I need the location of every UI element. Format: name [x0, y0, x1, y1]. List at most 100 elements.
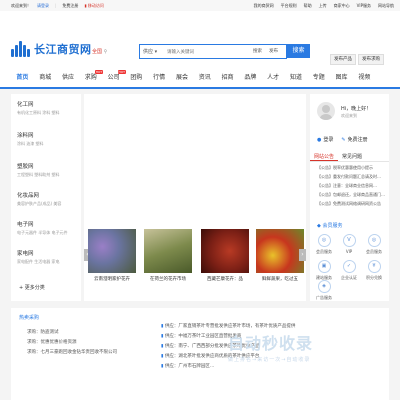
category-group[interactable]: 涂料网 涂料 油漆 塑料	[17, 131, 44, 147]
nav-item-gallery[interactable]: 图库	[330, 69, 353, 87]
greeting: Hi，晚上好！	[341, 106, 372, 112]
carousel-next-arrow[interactable]: ›	[299, 249, 306, 261]
top-link-5[interactable]: VIP服务	[357, 3, 371, 8]
search-option-1[interactable]: 搜索	[253, 48, 262, 54]
top-link-6[interactable]: 网站导航	[378, 3, 394, 8]
notice-list: 【公告】税率优惠惠使用小提示 【公告】重发付款问题汇总请及时… 【公告】注意：全…	[317, 165, 385, 210]
search-category-select[interactable]: 供应 ▾	[143, 48, 157, 55]
service-item[interactable]: ▣ 建站服务	[313, 260, 335, 281]
carousel-item[interactable]: 云南澄明家护花卉	[88, 229, 136, 282]
carousel-item[interactable]: 在荷兰的花卉市场	[144, 229, 192, 282]
publish-product-button[interactable]: 发布产品	[330, 54, 356, 65]
service-item[interactable]: ◎ 会员服务	[313, 234, 335, 255]
product-caption[interactable]: 西藏芒康花卉：品	[201, 276, 249, 282]
product-image[interactable]	[256, 229, 304, 273]
plus-icon: +	[19, 285, 24, 291]
product-caption[interactable]: 在荷兰的花卉市场	[144, 276, 192, 282]
vip-icon: V	[342, 234, 356, 247]
category-title[interactable]: 家电网	[17, 249, 60, 257]
product-caption[interactable]: 鲜鲜蔬果，吃过五	[256, 276, 304, 282]
notice-item[interactable]: 【公告】税率优惠惠使用小提示	[317, 165, 385, 171]
register-button[interactable]: ✎ 免费注册	[341, 136, 367, 144]
carousel-item[interactable]: 鲜鲜蔬果，吃过五	[256, 229, 304, 282]
product-image[interactable]	[88, 229, 136, 273]
site-logo[interactable]: 长江商贸网	[11, 41, 92, 57]
product-image[interactable]	[201, 229, 249, 273]
more-categories-link[interactable]: + 更多分类	[19, 284, 45, 291]
notice-item[interactable]: 【公告】注意：全球商业信息网…	[317, 183, 385, 189]
register-link[interactable]: 免费注册	[62, 3, 78, 8]
nav-item-video[interactable]: 视频	[353, 69, 376, 87]
notice-item[interactable]: 【公告】免费测试网络调研网资公告	[317, 201, 385, 207]
product-image[interactable]	[144, 229, 192, 273]
watermark-title: 自动秒收录	[228, 334, 314, 353]
nav-item-company[interactable]: 公司 HOT	[102, 69, 126, 87]
service-item[interactable]: ¥ 积分兑换	[363, 260, 385, 281]
category-panel: 化工网 有机化工原料 涂料 塑料 涂料网 涂料 油漆 塑料 塑胶网 工程塑料 塑…	[11, 94, 81, 301]
mobile-access-link[interactable]: ▮ 移动访问	[84, 3, 103, 8]
category-title[interactable]: 塑胶网	[17, 162, 60, 170]
nav-item-quotes[interactable]: 行情	[148, 69, 171, 87]
nav-item-group[interactable]: 团购	[125, 69, 148, 87]
nav-item-invest[interactable]: 招商	[216, 69, 239, 87]
login-link[interactable]: 请登录	[37, 3, 49, 8]
service-item[interactable]: V VIP	[338, 234, 360, 254]
service-item[interactable]: ✓ 企业认证	[338, 260, 360, 281]
edit-icon: ✎	[341, 136, 346, 143]
search-input[interactable]	[167, 46, 247, 56]
publish-buy-button[interactable]: 发布求购	[358, 54, 384, 65]
tab-announcements[interactable]: 网站公告	[310, 152, 339, 161]
notice-tabs: 网站公告 常见问题	[310, 152, 389, 162]
category-group[interactable]: 化妆品网 美容护肤产品(成品) 美容	[17, 191, 61, 207]
nav-item-news[interactable]: 资讯	[193, 69, 216, 87]
diamond-icon: ◆	[317, 223, 321, 229]
nav-item-brand[interactable]: 品牌	[239, 69, 262, 87]
carousel-item[interactable]: 西藏芒康花卉：品	[201, 229, 249, 282]
nav-item-expo[interactable]: 展会	[171, 69, 194, 87]
list-bullet: ▮	[161, 354, 164, 359]
category-sub[interactable]: 家电配件 生活电器 家电	[17, 259, 60, 265]
category-title[interactable]: 电子网	[17, 220, 68, 228]
top-link-2[interactable]: 帮助	[304, 3, 312, 8]
category-group[interactable]: 家电网 家电配件 生活电器 家电	[17, 249, 60, 265]
category-title[interactable]: 涂料网	[17, 131, 44, 139]
search-button[interactable]: 搜索	[287, 44, 310, 58]
product-caption[interactable]: 云南澄明家护花卉	[88, 276, 136, 282]
list-item[interactable]: ▮ 供应：广州市石牌园区…	[161, 363, 295, 369]
category-sub[interactable]: 工程塑料 塑料助剂 塑料	[17, 172, 60, 178]
nav-item-talent[interactable]: 人才	[262, 69, 285, 87]
category-group[interactable]: 化工网 有机化工原料 涂料 塑料	[17, 100, 60, 116]
list-item[interactable]: 求购：防盗测试	[27, 329, 117, 335]
nav-item-buy[interactable]: 求购 HOT	[79, 69, 104, 87]
category-group[interactable]: 电子网 电子元器件 半导体 电子元件	[17, 220, 68, 236]
category-sub[interactable]: 涂料 油漆 塑料	[17, 141, 44, 147]
category-sub[interactable]: 美容护肤产品(成品) 美容	[17, 201, 61, 207]
list-item[interactable]: 求购：优惠优惠价格资源	[27, 339, 117, 345]
top-link-1[interactable]: 平台规则	[281, 3, 297, 8]
category-sub[interactable]: 有机化工原料 涂料 塑料	[17, 110, 60, 116]
welcome-text: 欢迎来到！	[11, 3, 31, 8]
notice-item[interactable]: 【公告】包邮退还，全球商品直通门…	[317, 192, 385, 198]
nav-item-supply[interactable]: 供应	[57, 69, 80, 87]
city-selector[interactable]: 全国 ⚲	[92, 48, 107, 55]
list-item[interactable]: 求购：七月三豪跑回收金钻华贵回收不限公司	[27, 349, 117, 355]
top-link-4[interactable]: 商家中心	[334, 3, 350, 8]
list-item[interactable]: ▮ 供应：厂家直销茶叶专营批发供应茶叶市场，有茶叶优质产品提供	[161, 323, 295, 329]
search-option-2[interactable]: 发布	[269, 48, 278, 54]
tab-faq[interactable]: 常见问题	[338, 152, 366, 161]
purchase-list: 求购：防盗测试 求购：优惠优惠价格资源 求购：七月三豪跑回收金钻华贵回收不限公司	[27, 329, 117, 359]
top-link-0[interactable]: 我的商贸网	[254, 3, 274, 8]
notice-item[interactable]: 【公告】重发付款问题汇总请及时…	[317, 174, 385, 180]
nav-item-know[interactable]: 知道	[285, 69, 308, 87]
service-item[interactable]: ◎ 会员服务	[363, 234, 385, 255]
top-link-3[interactable]: 上传	[319, 3, 327, 8]
category-sub[interactable]: 电子元器件 半导体 电子元件	[17, 230, 68, 236]
category-group[interactable]: 塑胶网 工程塑料 塑料助剂 塑料	[17, 162, 60, 178]
service-item[interactable]: ◈ 广告服务	[313, 280, 335, 301]
nav-item-home[interactable]: 首页	[11, 69, 34, 87]
nav-item-mall[interactable]: 商城	[34, 69, 57, 87]
login-button[interactable]: ● 登录	[317, 136, 333, 144]
category-title[interactable]: 化妆品网	[17, 191, 61, 199]
category-title[interactable]: 化工网	[17, 100, 60, 108]
nav-item-topic[interactable]: 专题	[307, 69, 330, 87]
